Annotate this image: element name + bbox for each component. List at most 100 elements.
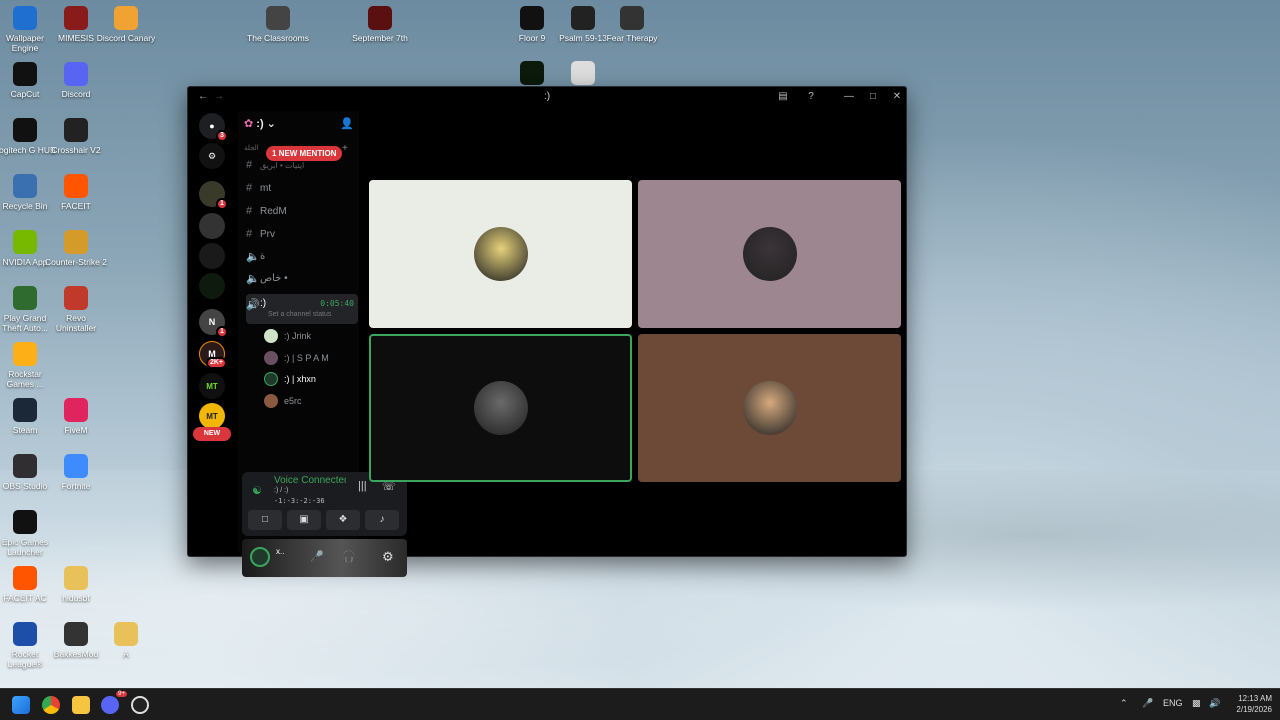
app-icon <box>64 398 88 422</box>
windows-start-icon[interactable] <box>12 696 30 714</box>
participant-tile[interactable] <box>638 180 901 328</box>
voice-user[interactable]: :) | xhxn <box>264 370 316 388</box>
server-item[interactable] <box>199 213 225 239</box>
desktop-icon-label: hidusbf <box>62 593 90 603</box>
desktop-icon[interactable]: FACEIT <box>45 174 107 211</box>
desktop-icon[interactable]: hidusbf <box>45 566 107 603</box>
volume-icon[interactable]: 🔊 <box>1209 698 1220 709</box>
desktop-icon[interactable]: Fear Therapy <box>601 6 663 43</box>
avatar <box>264 372 278 386</box>
activities-button[interactable]: ❖ <box>326 510 360 530</box>
microphone-icon[interactable]: 🎤 <box>310 550 324 563</box>
screen-share-button[interactable]: ▣ <box>287 510 321 530</box>
chevron-up-icon[interactable]: ⌃ <box>1120 698 1128 709</box>
network-icon[interactable]: ▩ <box>1192 698 1201 709</box>
minimize-button[interactable]: — <box>842 90 856 104</box>
noise-suppression-icon[interactable]: ||| <box>358 480 367 492</box>
text-channel[interactable]: # Prv <box>246 225 358 243</box>
desktop-icon[interactable]: Rockstar Games ... <box>0 342 56 389</box>
voice-channel-active[interactable]: 🔊 :) 0:05:40 Set a channel status <box>246 294 358 324</box>
server-item[interactable]: M 2K+ <box>199 341 227 369</box>
inbox-icon[interactable]: ▤ <box>776 90 790 104</box>
microphone-tray-icon[interactable]: 🎤 <box>1142 698 1153 709</box>
app-icon <box>13 622 37 646</box>
desktop-icon-label: Counter-Strike 2 <box>45 257 107 267</box>
hash-icon: # <box>246 228 253 240</box>
channel-status-hint[interactable]: Set a channel status <box>268 311 331 318</box>
desktop-icon[interactable]: Epic Games Launcher <box>0 510 56 557</box>
desktop-icon[interactable]: Crosshair V2 <box>45 118 107 155</box>
headphones-icon[interactable]: 🎧 <box>342 550 356 563</box>
avatar <box>473 227 528 281</box>
text-channel[interactable]: # mt <box>246 179 358 197</box>
username[interactable]: x.. <box>276 547 284 556</box>
server-name[interactable]: ✿ :) ⌄ <box>244 117 276 130</box>
text-channel[interactable]: # ايتيات • ابريق <box>246 156 358 174</box>
app-icon <box>266 6 290 30</box>
app-icon <box>620 6 644 30</box>
discord-badge: 9+ <box>116 691 127 697</box>
maximize-button[interactable]: □ <box>866 90 880 104</box>
desktop-icon[interactable]: September 7th <box>349 6 411 43</box>
server-item[interactable] <box>199 273 225 299</box>
desktop-icon[interactable]: Revo Uninstaller <box>45 286 107 333</box>
server-item[interactable]: N1 <box>199 309 228 338</box>
discord-home-icon[interactable]: ● 3 <box>199 113 228 142</box>
server-badge: 2K+ <box>205 357 227 369</box>
voice-user[interactable]: e5rc <box>264 392 302 410</box>
voice-user[interactable]: :) Jrink <box>264 327 311 345</box>
taskbar: 9+ ⌃ 🎤 ENG ▩ 🔊 12:13 AM 2/19/2026 <box>0 688 1280 720</box>
settings-gear-icon[interactable]: ⚙ <box>382 549 394 565</box>
app-icon <box>571 6 595 30</box>
voice-connected-label[interactable]: Voice Connected <box>274 475 346 486</box>
channel-name: :) <box>260 298 267 309</box>
avatar[interactable] <box>250 547 270 567</box>
voice-user-name: :) Jrink <box>284 331 311 341</box>
category-label[interactable]: الجلة <box>244 144 259 152</box>
file-explorer-icon[interactable] <box>72 696 90 714</box>
app-icon <box>114 622 138 646</box>
chrome-icon[interactable] <box>42 696 60 714</box>
desktop-icon[interactable]: Fortnite <box>45 454 107 491</box>
server-gear-icon[interactable]: ⚙ <box>199 143 225 169</box>
desktop-icon[interactable]: FiveM <box>45 398 107 435</box>
chevron-down-icon: ⌄ <box>266 118 276 130</box>
server-item[interactable]: 1 <box>199 181 228 210</box>
server-item[interactable]: MT <box>199 403 225 429</box>
desktop-icon[interactable]: Counter-Strike 2 <box>45 230 107 267</box>
desktop-icon[interactable] <box>552 61 614 88</box>
desktop-icon[interactable]: Discord Canary <box>95 6 157 43</box>
desktop-icon[interactable]: Discord <box>45 62 107 99</box>
new-unreads-pill[interactable]: NEW <box>193 427 231 441</box>
server-item[interactable] <box>199 243 225 269</box>
add-channel-icon[interactable]: + <box>342 143 348 154</box>
participant-tile[interactable] <box>369 334 632 482</box>
participant-tile[interactable] <box>638 334 901 482</box>
clock[interactable]: 12:13 AM 2/19/2026 <box>1226 693 1272 715</box>
video-off-button[interactable]: □ <box>248 510 282 530</box>
crosshair-icon[interactable] <box>131 696 149 714</box>
voice-channel[interactable]: 🔈 خاص • <box>246 269 358 287</box>
language-indicator[interactable]: ENG <box>1163 698 1183 708</box>
server-item[interactable]: MT <box>199 373 225 399</box>
soundboard-button[interactable]: ♪ <box>365 510 399 530</box>
speaker-icon: 🔈 <box>246 250 260 263</box>
desktop-icon[interactable]: The Classrooms <box>247 6 309 43</box>
app-icon <box>64 174 88 198</box>
speaker-icon: 🔈 <box>246 272 260 285</box>
app-icon <box>368 6 392 30</box>
avatar <box>264 350 278 365</box>
close-button[interactable]: ✕ <box>890 90 904 104</box>
participant-tile[interactable] <box>369 180 632 328</box>
voice-user[interactable]: :) | S P A M <box>264 349 329 367</box>
invite-icon[interactable]: 👤 <box>340 117 354 130</box>
text-channel[interactable]: # RedM <box>246 202 358 220</box>
discord-taskbar-icon[interactable]: 9+ <box>101 691 127 714</box>
clock-time: 12:13 AM <box>1238 694 1272 703</box>
help-icon[interactable]: ? <box>804 90 818 104</box>
voice-channel-path: :) / :) <box>274 487 289 494</box>
desktop-icon[interactable]: A <box>95 622 157 659</box>
voice-channel[interactable]: 🔈 ة <box>246 247 358 265</box>
desktop-icon-label: The Classrooms <box>247 33 309 43</box>
voice-user-name: e5rc <box>284 395 302 406</box>
